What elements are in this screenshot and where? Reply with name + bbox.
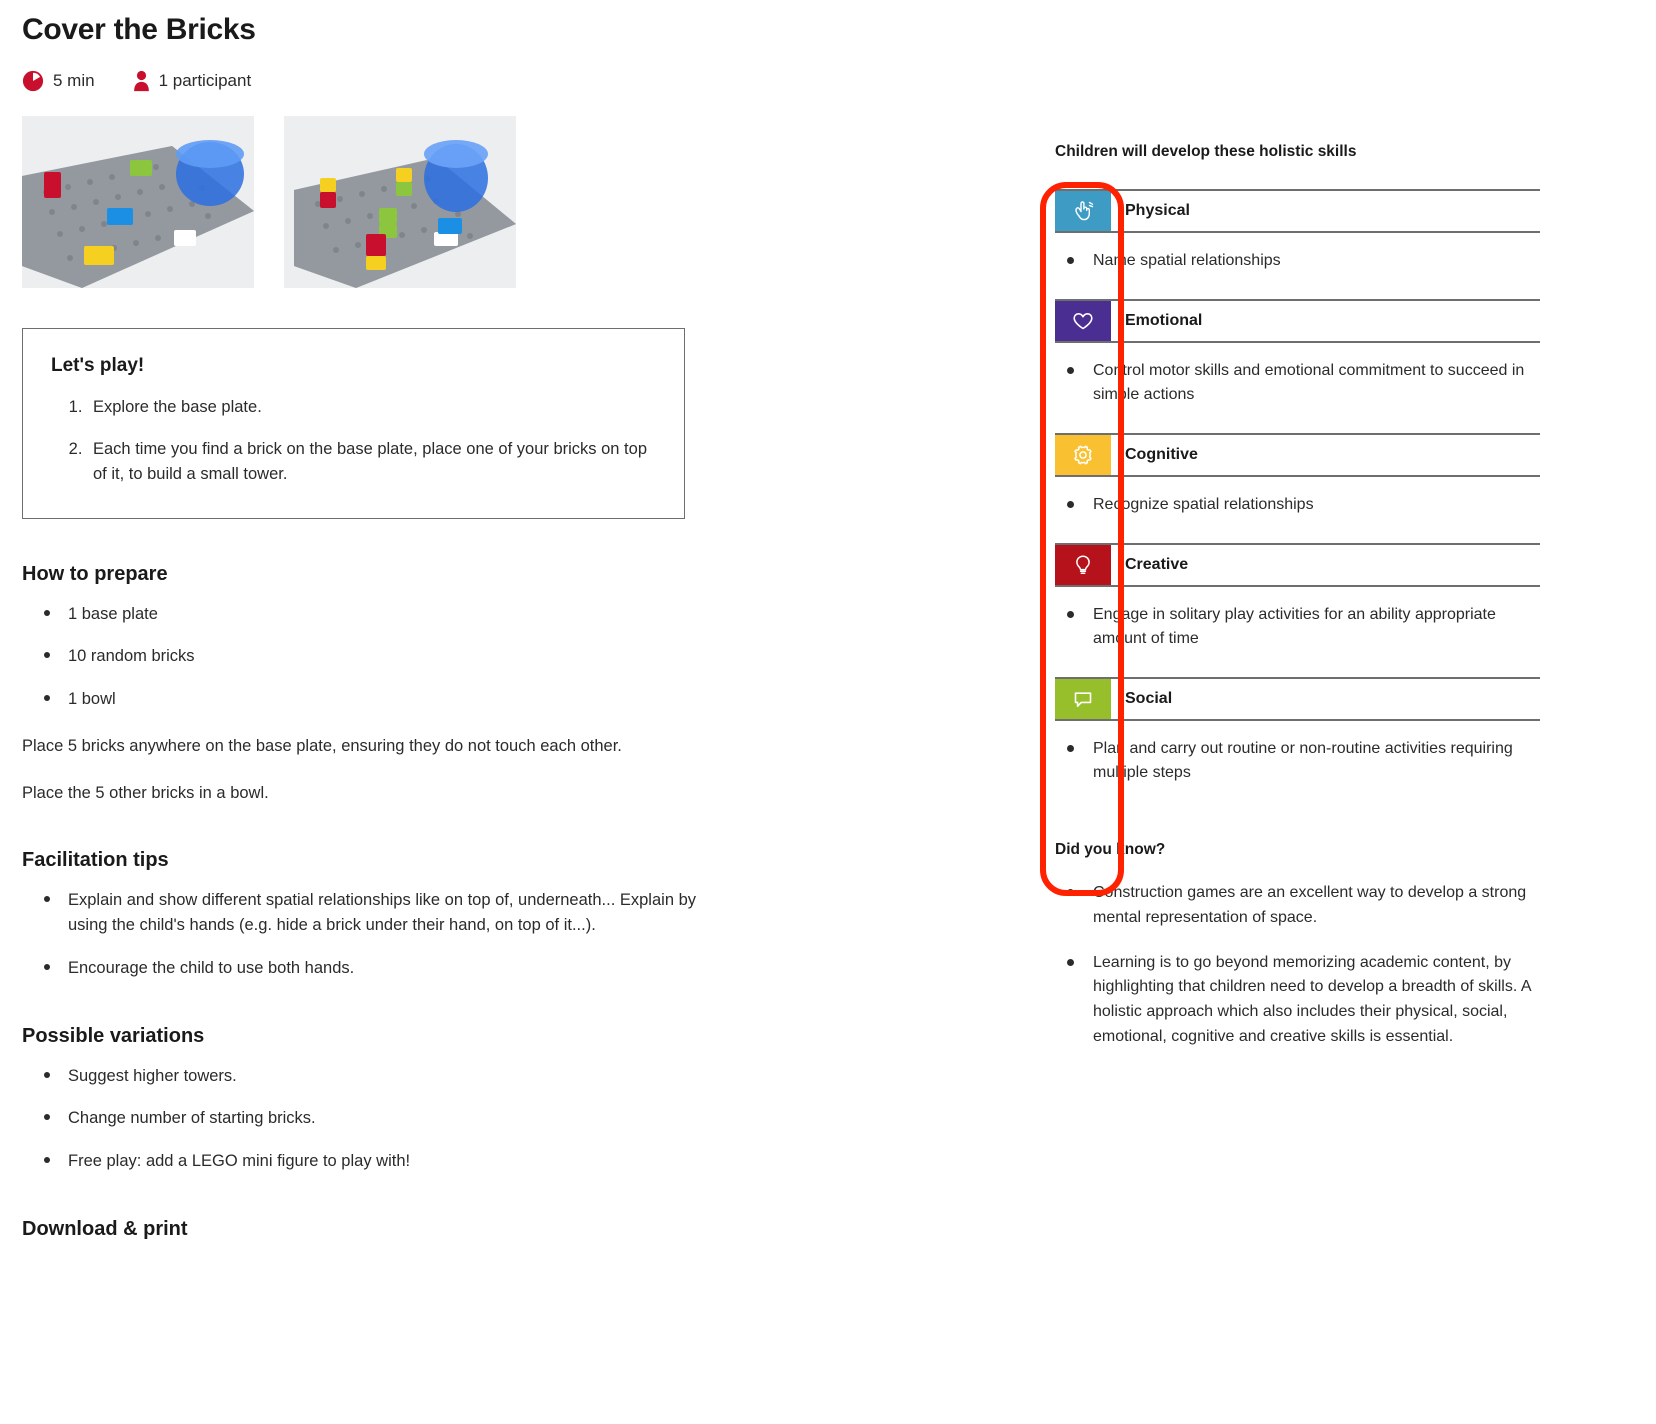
skill-block-social: Social Plan and carry out routine or non… [1055, 677, 1545, 785]
list-item: Plan and carry out routine or non-routin… [1055, 737, 1545, 785]
holistic-skills-heading: Children will develop these holistic ski… [1055, 143, 1357, 160]
left-column: Cover the Bricks 5 min 1 participant Let… [22, 0, 722, 1257]
clock-icon [22, 70, 44, 92]
list-item: 1 base plate [44, 602, 722, 627]
right-column: Children will develop these holistic ski… [1055, 0, 1545, 1070]
skill-name: Creative [1125, 556, 1189, 573]
prepare-paragraph-2: Place the 5 other bricks in a bowl. [22, 783, 269, 802]
activity-photo-2[interactable] [284, 116, 516, 288]
skill-block-cognitive: Cognitive Recognize spatial relationship… [1055, 433, 1545, 517]
speech-bubble-icon [1070, 686, 1096, 712]
lets-play-box: Let's play! Explore the base plate. Each… [22, 328, 685, 519]
skill-block-physical: Physical Name spatial relationships [1055, 189, 1545, 273]
skills-list: Physical Name spatial relationships Emot… [1055, 189, 1545, 785]
list-item: Suggest higher towers. [44, 1064, 722, 1089]
list-item: Free play: add a LEGO mini figure to pla… [44, 1149, 722, 1174]
skill-name: Emotional [1125, 312, 1203, 329]
heart-icon [1070, 308, 1096, 334]
list-item: Learning is to go beyond memorizing acad… [1055, 951, 1545, 1050]
activity-page: Cover the Bricks 5 min 1 participant Let… [0, 0, 1656, 1424]
skill-points: Plan and carry out routine or non-routin… [1055, 737, 1545, 785]
list-item: Encourage the child to use both hands. [44, 956, 722, 981]
list-item: Explain and show different spatial relat… [44, 888, 722, 938]
skill-row[interactable]: Social [1055, 677, 1540, 721]
skill-row[interactable]: Physical [1055, 189, 1540, 233]
possible-variations-title: Possible variations [22, 1024, 205, 1047]
skill-name: Cognitive [1125, 446, 1198, 463]
skill-points: Name spatial relationships [1055, 249, 1545, 273]
skill-block-creative: Creative Engage in solitary play activit… [1055, 543, 1545, 651]
download-print-title: Download & print [22, 1217, 188, 1240]
skill-points: Recognize spatial relationships [1055, 493, 1545, 517]
skill-points: Engage in solitary play activities for a… [1055, 603, 1545, 651]
did-you-know-heading: Did you know? [1055, 841, 1166, 858]
skill-badge-emotional [1055, 301, 1111, 341]
hand-icon [1070, 198, 1096, 224]
variations-list: Suggest higher towers. Change number of … [22, 1064, 722, 1174]
facilitation-list: Explain and show different spatial relat… [22, 888, 722, 980]
list-item: Explore the base plate. [87, 395, 656, 421]
skill-badge-creative [1055, 545, 1111, 585]
page-title: Cover the Bricks [22, 13, 256, 46]
list-item: Change number of starting bricks. [44, 1106, 722, 1131]
duration-text: 5 min [53, 71, 95, 90]
skill-block-emotional: Emotional Control motor skills and emoti… [1055, 299, 1545, 407]
lightbulb-icon [1070, 552, 1096, 578]
skill-row[interactable]: Cognitive [1055, 433, 1540, 477]
participants-text: 1 participant [158, 71, 252, 90]
photo-gallery [22, 116, 722, 288]
skill-name: Social [1125, 690, 1173, 707]
gear-icon [1070, 442, 1096, 468]
activity-meta: 5 min 1 participant [22, 70, 722, 92]
prepare-paragraph-1: Place 5 bricks anywhere on the base plat… [22, 736, 622, 755]
list-item: Control motor skills and emotional commi… [1055, 359, 1545, 407]
skill-name: Physical [1125, 202, 1190, 219]
participants-meta: 1 participant [133, 70, 252, 92]
skill-badge-physical [1055, 191, 1111, 231]
activity-photo-1[interactable] [22, 116, 254, 288]
skill-row[interactable]: Creative [1055, 543, 1540, 587]
skill-badge-cognitive [1055, 435, 1111, 475]
did-you-know-list: Construction games are an excellent way … [1055, 881, 1545, 1050]
list-item: Construction games are an excellent way … [1055, 881, 1545, 931]
skill-points: Control motor skills and emotional commi… [1055, 359, 1545, 407]
list-item: Each time you find a brick on the base p… [87, 437, 656, 488]
skill-row[interactable]: Emotional [1055, 299, 1540, 343]
list-item: 1 bowl [44, 687, 722, 712]
how-to-prepare-title: How to prepare [22, 562, 168, 585]
person-icon [133, 70, 150, 92]
duration-meta: 5 min [22, 70, 95, 92]
lets-play-steps: Explore the base plate. Each time you fi… [51, 395, 656, 488]
list-item: 10 random bricks [44, 644, 722, 669]
list-item: Engage in solitary play activities for a… [1055, 603, 1545, 651]
facilitation-tips-title: Facilitation tips [22, 849, 169, 872]
list-item: Recognize spatial relationships [1055, 493, 1545, 517]
list-item: Name spatial relationships [1055, 249, 1545, 273]
skill-badge-social [1055, 679, 1111, 719]
lets-play-title: Let's play! [51, 355, 145, 376]
prepare-list: 1 base plate 10 random bricks 1 bowl [22, 602, 722, 712]
